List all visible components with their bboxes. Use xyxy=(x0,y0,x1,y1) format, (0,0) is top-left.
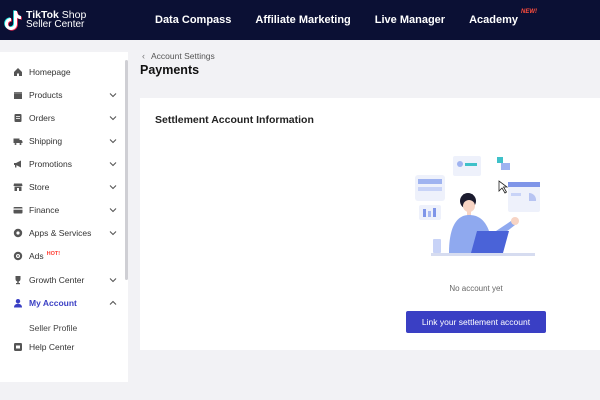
sidebar: Homepage Products Orders Shipping Promot… xyxy=(0,52,128,382)
help-icon xyxy=(13,342,23,352)
tiktok-logo-icon xyxy=(4,9,22,31)
sidebar-item-growth-center[interactable]: Growth Center xyxy=(0,271,126,289)
sidebar-item-label: Shipping xyxy=(29,136,63,146)
sidebar-item-help-center[interactable]: Help Center xyxy=(0,338,126,356)
breadcrumb[interactable]: ‹ Account Settings xyxy=(142,51,215,61)
sidebar-item-label: Apps & Services xyxy=(29,228,92,238)
sidebar-item-label: Orders xyxy=(29,113,55,123)
topnav-data-compass[interactable]: Data Compass xyxy=(155,14,231,26)
settlement-account-title: Settlement Account Information xyxy=(155,114,314,126)
chevron-down-icon xyxy=(109,139,117,144)
truck-icon xyxy=(13,136,23,146)
sidebar-item-label: Finance xyxy=(29,205,60,215)
topnav-live-manager[interactable]: Live Manager xyxy=(375,14,445,26)
chevron-down-icon xyxy=(109,185,117,190)
chevron-down-icon xyxy=(109,231,117,236)
sidebar-item-label: Store xyxy=(29,182,50,192)
apps-icon xyxy=(13,228,23,238)
tiktok-shop-logo[interactable]: TikTok Shop Seller Center xyxy=(0,0,140,40)
sidebar-item-label: Ads xyxy=(29,251,44,261)
sidebar-item-label: Help Center xyxy=(29,342,75,352)
sidebar-item-homepage[interactable]: Homepage xyxy=(0,63,126,81)
sidebar-subitem-seller-profile[interactable]: Seller Profile xyxy=(29,323,77,333)
chevron-down-icon xyxy=(109,162,117,167)
trophy-icon xyxy=(13,275,23,285)
topnav-academy-label: Academy xyxy=(469,14,519,26)
breadcrumb-account-settings: Account Settings xyxy=(151,51,215,61)
empty-state-text: No account yet xyxy=(449,284,503,293)
brand-subtitle: Seller Center xyxy=(26,19,85,30)
settlement-account-card: Settlement Account Information No accoun… xyxy=(140,98,600,350)
sidebar-item-store[interactable]: Store xyxy=(0,178,126,196)
megaphone-icon xyxy=(13,159,23,169)
chevron-down-icon xyxy=(109,208,117,213)
card-icon xyxy=(13,205,23,215)
home-icon xyxy=(13,67,23,77)
store-icon xyxy=(13,182,23,192)
sidebar-item-products[interactable]: Products xyxy=(0,86,126,104)
top-nav: Data Compass Affiliate Marketing Live Ma… xyxy=(155,9,542,26)
top-nav-bar: TikTok Shop Seller Center Data Compass A… xyxy=(0,0,600,40)
new-badge: NEW! xyxy=(521,9,538,15)
ads-icon xyxy=(13,251,23,261)
chevron-down-icon xyxy=(109,278,117,283)
sidebar-item-promotions[interactable]: Promotions xyxy=(0,155,126,173)
chevron-down-icon xyxy=(109,93,117,98)
sidebar-item-apps-services[interactable]: Apps & Services xyxy=(0,224,126,242)
chevron-left-icon: ‹ xyxy=(142,51,145,61)
box-icon xyxy=(13,90,23,100)
sidebar-item-ads[interactable]: Ads HOT! xyxy=(0,247,126,265)
hot-badge: HOT! xyxy=(46,251,61,257)
user-icon xyxy=(13,298,23,308)
topnav-academy[interactable]: Academy NEW! xyxy=(469,9,537,26)
sidebar-item-label: Homepage xyxy=(29,67,71,77)
orders-icon xyxy=(13,113,23,123)
sidebar-item-orders[interactable]: Orders xyxy=(0,109,126,127)
sidebar-item-shipping[interactable]: Shipping xyxy=(0,132,126,150)
sidebar-item-label: Growth Center xyxy=(29,275,85,285)
page-title: Payments xyxy=(140,63,200,77)
sidebar-item-my-account[interactable]: My Account xyxy=(0,294,126,312)
chevron-down-icon xyxy=(109,116,117,121)
sidebar-item-label: Promotions xyxy=(29,159,72,169)
empty-state-illustration xyxy=(415,156,540,256)
sidebar-item-label: Products xyxy=(29,90,63,100)
sidebar-item-label: My Account xyxy=(29,298,77,308)
topnav-affiliate-marketing[interactable]: Affiliate Marketing xyxy=(255,14,350,26)
chevron-up-icon xyxy=(109,300,117,305)
sidebar-item-finance[interactable]: Finance xyxy=(0,201,126,219)
link-settlement-account-button[interactable]: Link your settlement account xyxy=(406,311,546,333)
